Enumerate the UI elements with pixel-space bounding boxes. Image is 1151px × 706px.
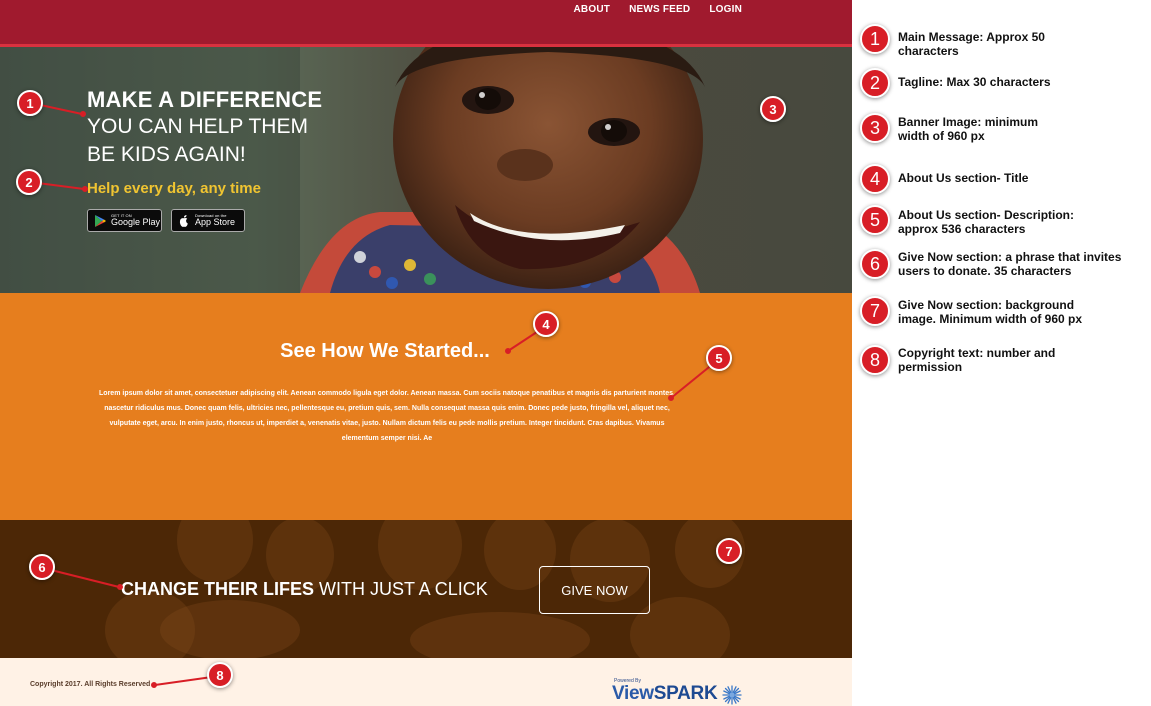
marker-4: 4	[533, 311, 559, 337]
hero-subline-1: YOU CAN HELP THEM	[87, 115, 308, 138]
copyright-text: Copyright 2017. All Rights Reserved	[30, 681, 151, 688]
legend-text: Give Now section: a phrase that invites …	[898, 250, 1122, 278]
viewspark-logo[interactable]: Powered By ViewSPARK	[612, 678, 742, 705]
legend-marker: 3	[860, 113, 890, 143]
legend-marker: 5	[860, 205, 890, 235]
viewspark-view: View	[612, 683, 654, 704]
about-title: See How We Started...	[280, 340, 490, 362]
marker-2: 2	[16, 169, 42, 195]
viewspark-wordmark: ViewSPARK	[612, 683, 718, 704]
marker-1: 1	[17, 90, 43, 116]
legend-text: Tagline: Max 30 characters	[898, 75, 1051, 89]
top-navbar: ABOUT NEWS FEED LOGIN	[0, 0, 852, 47]
hero-banner: MAKE A DIFFERENCE YOU CAN HELP THEM BE K…	[0, 47, 852, 293]
google-play-big-text: Google Play	[111, 217, 161, 227]
give-now-phrase: CHANGE THEIR LIFES WITH JUST A CLICK	[121, 579, 488, 600]
legend-text: About Us section- Description: approx 53…	[898, 208, 1075, 236]
legend-marker: 7	[860, 296, 890, 326]
nav-link-news-feed[interactable]: NEWS FEED	[629, 4, 690, 15]
legend-text: Give Now section: background image. Mini…	[898, 298, 1083, 326]
spark-icon	[722, 685, 742, 705]
give-now-button[interactable]: GIVE NOW	[539, 566, 650, 614]
marker-7: 7	[716, 538, 742, 564]
apple-icon	[179, 214, 188, 227]
annotation-legend: 1 Main Message: Approx 50 characters 2 T…	[852, 0, 1151, 706]
nav-link-about[interactable]: ABOUT	[574, 4, 611, 15]
marker-6: 6	[29, 554, 55, 580]
legend-text: Banner Image: minimum width of 960 px	[898, 115, 1039, 143]
app-store-label: Download on the App Store	[195, 214, 235, 227]
about-description: Lorem ipsum dolor sit amet, consectetuer…	[99, 390, 675, 442]
marker-8: 8	[207, 662, 233, 688]
google-play-badge[interactable]: GET IT ON Google Play	[87, 209, 162, 232]
app-store-big-text: App Store	[195, 217, 236, 227]
hero-subline-2: BE KIDS AGAIN!	[87, 143, 246, 166]
legend-text: Main Message: Approx 50 characters	[898, 30, 1045, 58]
give-now-phrase-bold: CHANGE THEIR LIFES	[121, 579, 315, 599]
legend-marker: 1	[860, 24, 890, 54]
nav-link-login[interactable]: LOGIN	[709, 4, 742, 15]
legend-marker: 2	[860, 68, 890, 98]
legend-marker: 8	[860, 345, 890, 375]
hero-headline: MAKE A DIFFERENCE	[87, 87, 323, 112]
app-store-badge[interactable]: Download on the App Store	[171, 209, 245, 232]
website-mockup: ABOUT NEWS FEED LOGIN MAKE A DIFFERENCE …	[0, 0, 852, 706]
marker-5: 5	[706, 345, 732, 371]
give-now-phrase-light: WITH JUST A CLICK	[314, 579, 488, 599]
hero-text-block: MAKE A DIFFERENCE YOU CAN HELP THEM BE K…	[87, 86, 322, 232]
hero-tagline: Help every day, any time	[87, 180, 261, 197]
legend-text: About Us section- Title	[898, 171, 1029, 185]
legend-marker: 4	[860, 164, 890, 194]
legend-text: Copyright text: number and permission	[898, 346, 1056, 374]
google-play-label: GET IT ON Google Play	[111, 214, 160, 227]
google-play-icon	[95, 214, 106, 227]
about-section: See How We Started... Lorem ipsum dolor …	[0, 293, 852, 520]
footer: Copyright 2017. All Rights Reserved Powe…	[0, 658, 852, 706]
viewspark-spark: SPARK	[653, 683, 718, 704]
nav-links: ABOUT NEWS FEED LOGIN	[574, 4, 742, 15]
store-badges: GET IT ON Google Play Download on the Ap…	[87, 209, 322, 232]
marker-3: 3	[760, 96, 786, 122]
legend-marker: 6	[860, 249, 890, 279]
